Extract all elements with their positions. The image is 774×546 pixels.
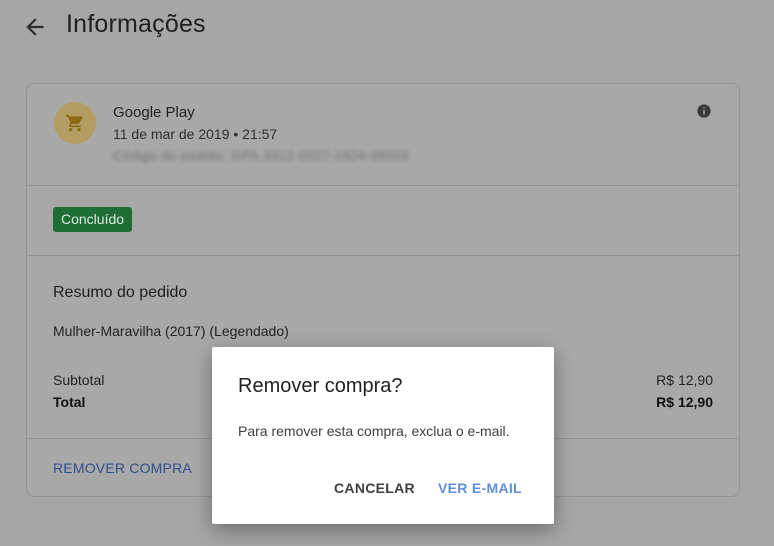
shopping-cart-icon bbox=[65, 114, 83, 132]
dialog-message: Para remover esta compra, exclua o e-mai… bbox=[238, 423, 510, 439]
order-item: Mulher-Maravilha (2017) (Legendado) bbox=[53, 323, 289, 339]
merchant-name: Google Play bbox=[113, 104, 195, 121]
order-id-blurred: Código do pedido: GPA.3312-0027-1824-395… bbox=[113, 148, 410, 163]
status-badge: Concluído bbox=[53, 207, 133, 232]
divider bbox=[27, 255, 739, 256]
merchant-avatar bbox=[54, 102, 96, 144]
total-label: Total bbox=[53, 394, 86, 410]
order-summary-title: Resumo do pedido bbox=[53, 284, 188, 301]
order-date: 11 de mar de 2019 • 21:57 bbox=[113, 126, 278, 142]
subtotal-value: R$ 12,90 bbox=[656, 372, 713, 388]
cancel-button[interactable]: CANCELAR bbox=[326, 476, 423, 500]
remove-purchase-dialog: Remover compra? Para remover esta compra… bbox=[212, 347, 554, 524]
view-email-button[interactable]: VER E-MAIL bbox=[430, 476, 530, 500]
remove-purchase-link[interactable]: REMOVER COMPRA bbox=[53, 460, 192, 476]
divider bbox=[27, 185, 739, 186]
subtotal-label: Subtotal bbox=[53, 372, 105, 388]
page-title: Informações bbox=[66, 10, 206, 38]
info-icon[interactable] bbox=[696, 103, 712, 119]
dialog-title: Remover compra? bbox=[238, 375, 403, 397]
arrow-back-icon[interactable] bbox=[22, 14, 48, 40]
total-value: R$ 12,90 bbox=[656, 394, 713, 410]
order-info-page: Informações Google Play 11 de mar de 201… bbox=[0, 0, 774, 546]
